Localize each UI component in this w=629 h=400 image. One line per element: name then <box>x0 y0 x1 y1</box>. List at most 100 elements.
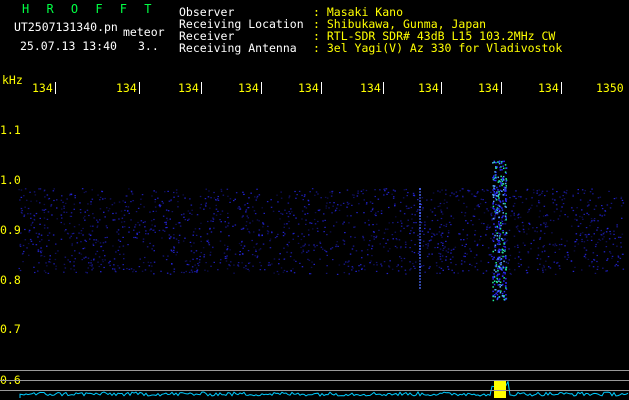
noise-pixel <box>243 267 245 269</box>
echo-pixel <box>504 246 506 248</box>
noise-pixel <box>542 269 544 271</box>
noise-pixel <box>431 211 434 213</box>
noise-pixel <box>153 273 155 275</box>
noise-pixel <box>84 215 86 217</box>
echo-pixel <box>503 280 505 282</box>
noise-pixel <box>200 252 202 254</box>
noise-pixel <box>204 269 206 271</box>
echo-pixel <box>504 266 506 269</box>
freq-label: 1350 <box>596 81 624 95</box>
noise-pixel <box>539 237 542 239</box>
noise-pixel <box>622 253 624 255</box>
noise-pixel <box>362 235 364 237</box>
noise-pixel <box>555 244 558 247</box>
noise-pixel <box>596 254 598 257</box>
noise-pixel <box>500 219 503 221</box>
noise-pixel <box>296 194 298 196</box>
echo-pixel <box>498 248 501 251</box>
noise-pixel <box>583 247 586 249</box>
echo-pixel <box>499 200 501 202</box>
noise-pixel <box>40 252 42 254</box>
noise-pixel <box>601 208 604 210</box>
noise-pixel <box>450 215 452 217</box>
echo-pixel <box>495 271 497 273</box>
noise-pixel <box>548 243 551 245</box>
noise-pixel <box>95 239 98 241</box>
noise-pixel <box>352 267 354 269</box>
noise-pixel <box>554 199 556 201</box>
noise-pixel <box>35 212 38 215</box>
noise-pixel <box>603 232 605 234</box>
noise-pixel <box>543 205 546 207</box>
noise-pixel <box>303 195 306 198</box>
noise-pixel <box>85 240 87 242</box>
noise-pixel <box>99 199 101 201</box>
noise-pixel <box>470 220 472 222</box>
echo-pixel <box>493 283 496 286</box>
noise-pixel <box>368 224 370 226</box>
echo-pixel <box>498 251 501 253</box>
noise-pixel <box>131 193 134 195</box>
noise-pixel <box>125 195 127 197</box>
noise-pixel <box>252 206 254 208</box>
noise-pixel <box>419 215 421 217</box>
noise-pixel <box>575 233 578 235</box>
noise-pixel <box>548 266 550 268</box>
noise-pixel <box>60 199 63 201</box>
noise-pixel <box>273 272 275 274</box>
echo-pixel <box>496 243 499 245</box>
noise-pixel <box>319 258 321 260</box>
noise-pixel <box>78 224 80 226</box>
noise-pixel <box>171 263 173 265</box>
noise-pixel <box>173 251 175 253</box>
noise-pixel <box>112 245 114 247</box>
noise-pixel <box>304 243 306 245</box>
noise-pixel <box>584 253 587 255</box>
noise-pixel <box>100 245 103 247</box>
noise-pixel <box>278 210 280 212</box>
noise-pixel <box>371 255 373 257</box>
noise-pixel <box>334 210 336 212</box>
noise-pixel <box>206 240 209 242</box>
noise-pixel <box>609 251 611 253</box>
noise-pixel <box>471 193 473 195</box>
noise-pixel <box>103 266 105 269</box>
noise-pixel <box>586 205 589 207</box>
noise-pixel <box>104 259 106 261</box>
noise-pixel <box>23 214 26 216</box>
echo-pixel <box>503 298 505 301</box>
noise-pixel <box>35 200 38 202</box>
noise-pixel <box>87 257 90 259</box>
noise-pixel <box>259 261 261 264</box>
freq-label: 134 <box>538 81 559 95</box>
noise-pixel <box>118 246 121 248</box>
noise-pixel <box>617 261 619 263</box>
noise-pixel <box>584 255 586 257</box>
noise-pixel <box>292 268 294 270</box>
noise-pixel <box>138 266 141 268</box>
noise-pixel <box>591 188 593 190</box>
noise-pixel <box>363 199 365 201</box>
noise-pixel <box>594 272 597 274</box>
noise-pixel <box>354 236 356 238</box>
noise-pixel <box>277 201 279 203</box>
noise-pixel <box>39 240 41 243</box>
noise-pixel <box>286 223 288 225</box>
noise-pixel <box>439 202 442 205</box>
noise-pixel <box>163 230 166 232</box>
noise-pixel <box>425 243 427 246</box>
noise-pixel <box>508 248 510 250</box>
noise-pixel <box>558 248 561 250</box>
noise-pixel <box>325 272 328 274</box>
noise-pixel <box>243 204 246 206</box>
noise-pixel <box>45 262 47 264</box>
echo-pixel <box>503 243 505 245</box>
noise-pixel <box>518 265 520 268</box>
noise-pixel <box>276 270 279 273</box>
noise-pixel <box>574 266 576 268</box>
echo-pixel <box>492 299 495 302</box>
noise-pixel <box>472 224 474 226</box>
noise-pixel <box>584 257 587 259</box>
noise-pixel <box>34 271 36 274</box>
noise-pixel <box>303 235 305 238</box>
